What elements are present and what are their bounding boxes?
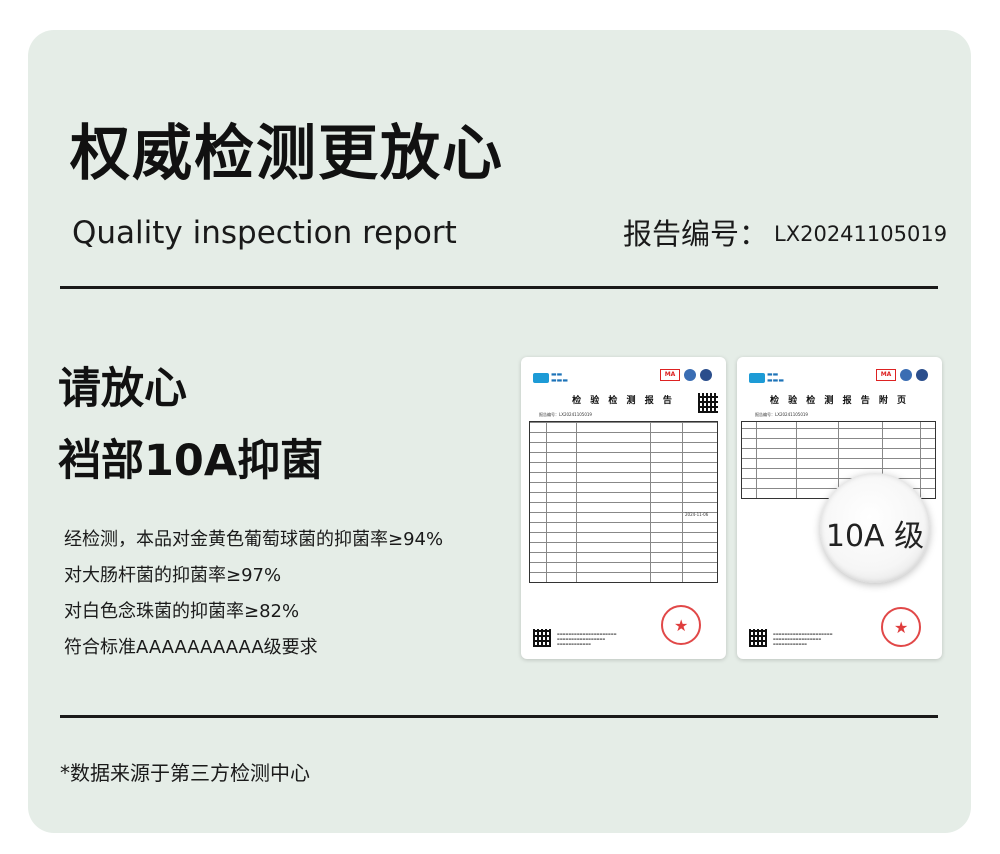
result-item: 符合标准AAAAAAAAAA级要求 bbox=[64, 637, 318, 658]
table-gridline bbox=[650, 422, 651, 582]
lab-logo-mark: ▬▬ ▬▬▬ bbox=[767, 370, 785, 384]
divider-bottom bbox=[60, 715, 938, 718]
report-page-title: 检 验 检 测 报 告 附 页 bbox=[770, 396, 909, 406]
report-page-number: 报告编号：LX20241105019 bbox=[755, 412, 808, 417]
headline-line-1: 请放心 bbox=[58, 364, 187, 414]
qr-code-icon bbox=[533, 629, 551, 647]
table-gridline bbox=[682, 422, 683, 582]
report-number-value: LX20241105019 bbox=[774, 222, 948, 246]
accreditation-icon bbox=[700, 369, 712, 381]
result-item: 经检测，本品对金黄色葡萄球菌的抑菌率≥94% bbox=[64, 529, 444, 550]
results-list: 经检测，本品对金黄色葡萄球菌的抑菌率≥94% 对大肠杆菌的抑菌率≥97% 对白色… bbox=[64, 522, 443, 666]
report-page-1: ▬▬ ▬▬▬ MA 检 验 检 测 报 告 报告编号：LX20241105019 … bbox=[521, 357, 726, 659]
report-page-title: 检 验 检 测 报 告 bbox=[572, 396, 675, 406]
accreditation-icon bbox=[916, 369, 928, 381]
report-table: 2024-11-06 bbox=[529, 421, 718, 583]
report-page-number: 报告编号：LX20241105019 bbox=[539, 412, 592, 417]
page-subtitle: Quality inspection report bbox=[72, 215, 457, 251]
report-number-label: 报告编号： bbox=[623, 217, 769, 251]
qr-code-icon bbox=[749, 629, 767, 647]
lab-logo-icon bbox=[533, 372, 549, 383]
lab-address: ▬▬▬▬▬▬▬▬▬▬▬▬▬▬▬▬▬▬▬▬▬ ▬▬▬▬▬▬▬▬▬▬▬▬▬▬▬▬▬ ▬▬… bbox=[773, 632, 833, 646]
table-gridline bbox=[756, 422, 757, 498]
accreditation-icon bbox=[900, 369, 912, 381]
result-item: 对大肠杆菌的抑菌率≥97% bbox=[64, 565, 282, 586]
lab-logo: ▬▬ ▬▬▬ MA bbox=[533, 367, 716, 383]
headline-line-2: 裆部10A抑菌 bbox=[58, 436, 324, 486]
result-item: 对白色念珠菌的抑菌率≥82% bbox=[64, 601, 300, 622]
table-gridline bbox=[796, 422, 797, 498]
qr-code-icon bbox=[698, 393, 718, 413]
lab-logo: ▬▬ ▬▬▬ MA bbox=[749, 367, 932, 383]
table-gridline bbox=[920, 422, 921, 498]
cma-mark: MA bbox=[876, 369, 896, 381]
report-number: 报告编号： LX20241105019 bbox=[623, 220, 947, 249]
page-title: 权威检测更放心 bbox=[70, 119, 504, 189]
report-date: 2024-11-06 bbox=[685, 512, 709, 517]
lab-logo-mark: ▬▬ ▬▬▬ bbox=[551, 370, 569, 384]
cma-mark: MA bbox=[660, 369, 680, 381]
accreditation-icon bbox=[684, 369, 696, 381]
lab-address: ▬▬▬▬▬▬▬▬▬▬▬▬▬▬▬▬▬▬▬▬▬ ▬▬▬▬▬▬▬▬▬▬▬▬▬▬▬▬▬ ▬▬… bbox=[557, 632, 617, 646]
magnifier-lens: 10A 级 bbox=[820, 473, 930, 583]
divider-top bbox=[60, 286, 938, 289]
table-gridline bbox=[576, 422, 577, 582]
table-gridline bbox=[546, 422, 547, 582]
lab-logo-icon bbox=[749, 372, 765, 383]
footnote: *数据来源于第三方检测中心 bbox=[60, 761, 310, 785]
magnified-grade: 10A 级 bbox=[825, 519, 925, 554]
